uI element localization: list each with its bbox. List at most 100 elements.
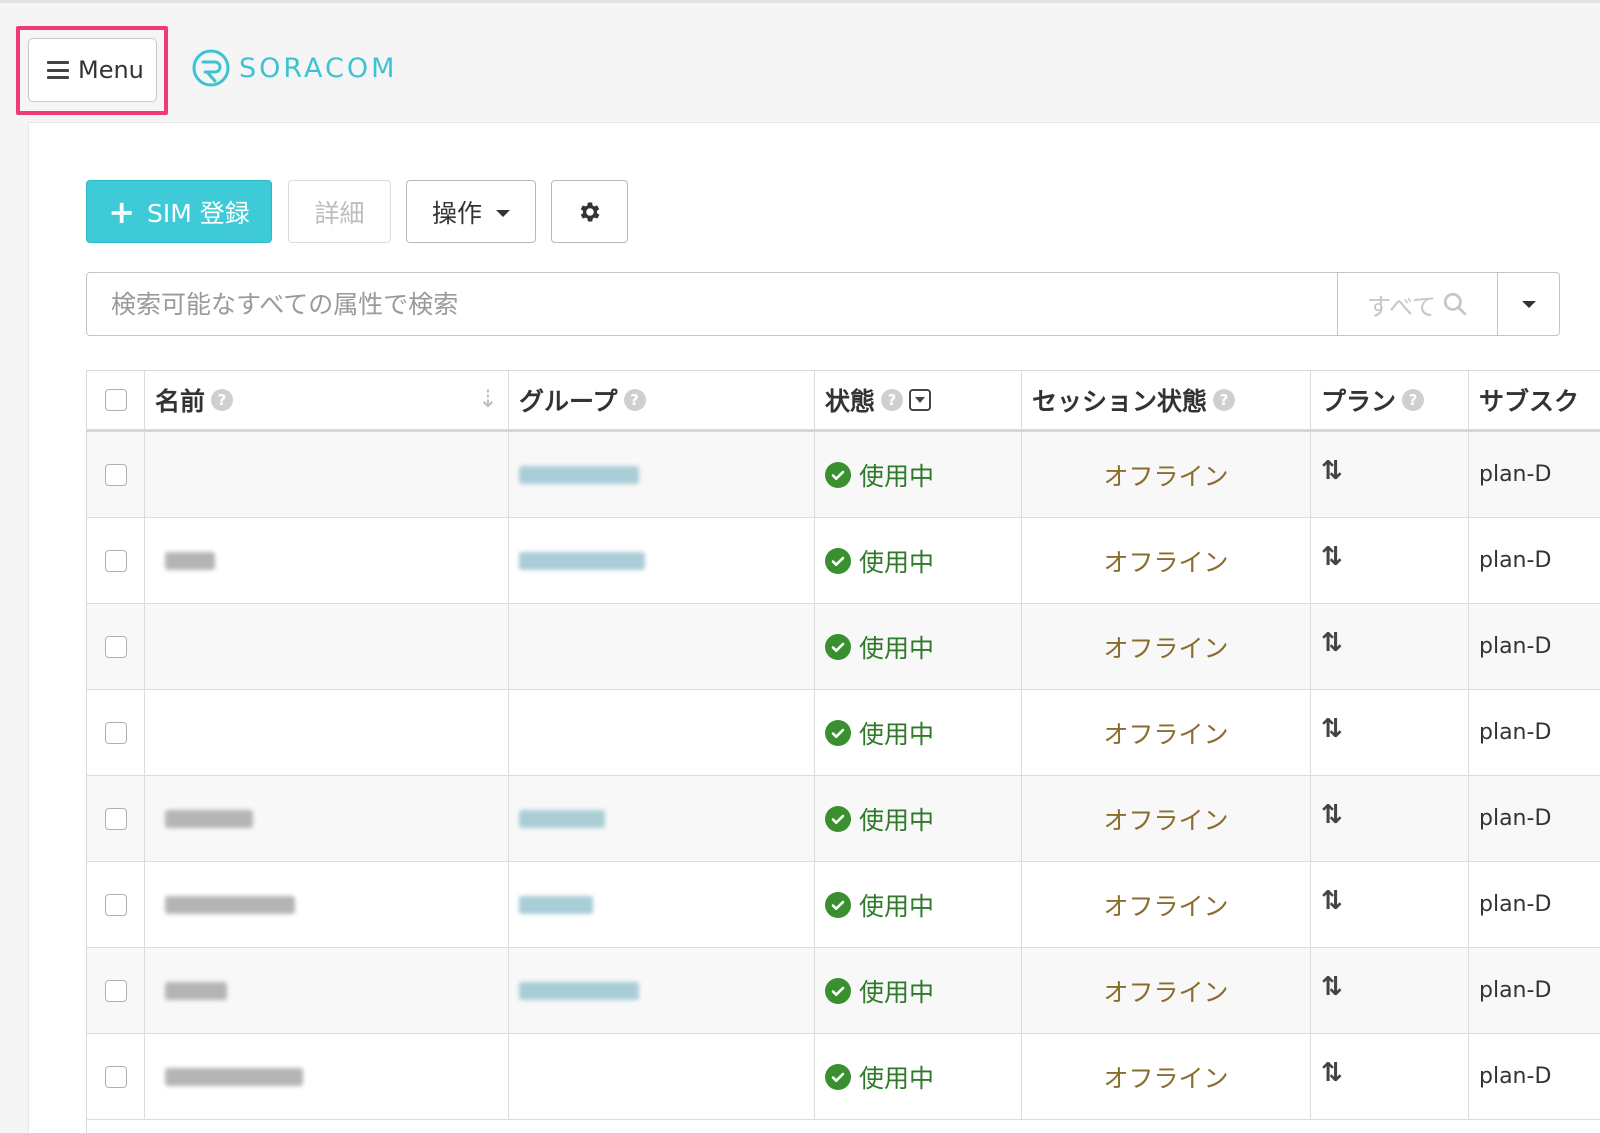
table-row[interactable]: 使用中 オフライン ⇅ plan-D xyxy=(87,948,1600,1034)
header-name[interactable]: 名前 ? ⇣ xyxy=(145,371,509,429)
add-sim-button[interactable]: + SIM 登録 xyxy=(86,180,272,243)
help-icon[interactable]: ? xyxy=(211,389,234,411)
row-checkbox[interactable] xyxy=(104,893,127,916)
menu-button[interactable]: Menu xyxy=(28,38,157,102)
group-cell[interactable] xyxy=(509,1034,815,1119)
redacted-group-link[interactable] xyxy=(519,465,639,484)
name-cell[interactable] xyxy=(145,776,509,861)
subscription-text: plan-D xyxy=(1479,1064,1552,1089)
check-circle-icon xyxy=(825,805,851,832)
redacted-group-link[interactable] xyxy=(519,981,639,1000)
table-row[interactable]: 使用中 オフライン ⇅ plan-D xyxy=(87,432,1600,518)
group-cell[interactable] xyxy=(509,518,815,603)
row-select-cell xyxy=(87,518,145,603)
detail-button[interactable]: 詳細 xyxy=(288,180,391,243)
plus-icon: + xyxy=(108,192,136,231)
soracom-logo[interactable]: SORACOM xyxy=(191,48,397,88)
subscription-cell: plan-D xyxy=(1469,432,1600,517)
group-cell[interactable] xyxy=(509,862,815,947)
table-row[interactable]: 使用中 オフライン ⇅ plan-D xyxy=(87,1034,1600,1120)
redacted-group-link[interactable] xyxy=(519,895,593,914)
table-row[interactable]: 使用中 オフライン ⇅ plan-D xyxy=(87,604,1600,690)
group-cell[interactable] xyxy=(509,432,815,517)
header-status-label: 状態 xyxy=(825,387,876,416)
speed-class-icon: ⇅ xyxy=(1321,1057,1343,1088)
row-checkbox[interactable] xyxy=(104,979,127,1002)
group-cell[interactable] xyxy=(509,690,815,775)
group-cell[interactable] xyxy=(509,948,815,1033)
redacted-group-link[interactable] xyxy=(519,809,605,828)
status-text: 使用中 xyxy=(859,891,935,921)
name-cell[interactable] xyxy=(145,518,509,603)
filter-icon[interactable] xyxy=(909,389,932,411)
table-row[interactable]: 使用中 オフライン ⇅ plan-D xyxy=(87,862,1600,948)
table-header: 名前 ? ⇣ グループ ? 状態 ? セッション状態 ? プラン ? サブスク xyxy=(87,371,1600,432)
row-checkbox[interactable] xyxy=(104,463,127,486)
row-checkbox[interactable] xyxy=(104,721,127,744)
operations-dropdown-button[interactable]: 操作 xyxy=(406,180,536,243)
plan-cell[interactable]: ⇅ xyxy=(1311,432,1469,517)
header-group-label: グループ xyxy=(519,387,618,416)
caret-down-icon xyxy=(496,210,510,217)
subscription-text: plan-D xyxy=(1479,462,1552,487)
speed-class-icon: ⇅ xyxy=(1321,455,1343,486)
name-cell[interactable] xyxy=(145,432,509,517)
redacted-group-link[interactable] xyxy=(519,551,645,570)
group-cell[interactable] xyxy=(509,776,815,861)
session-status-text: オフライン xyxy=(1103,1063,1229,1093)
session-cell: オフライン xyxy=(1022,776,1311,861)
status-cell: 使用中 xyxy=(815,432,1022,517)
header-session[interactable]: セッション状態 ? xyxy=(1022,371,1311,429)
help-icon[interactable]: ? xyxy=(881,389,904,411)
plan-cell[interactable]: ⇅ xyxy=(1311,776,1469,861)
row-checkbox[interactable] xyxy=(104,1065,127,1088)
help-icon[interactable]: ? xyxy=(1213,389,1236,411)
help-icon[interactable]: ? xyxy=(623,389,646,411)
header-group[interactable]: グループ ? xyxy=(509,371,815,429)
row-checkbox[interactable] xyxy=(104,807,127,830)
add-sim-label: SIM 登録 xyxy=(147,198,250,228)
settings-button[interactable] xyxy=(551,180,628,243)
speed-class-icon: ⇅ xyxy=(1321,713,1343,744)
row-checkbox[interactable] xyxy=(104,549,127,572)
gear-icon xyxy=(580,201,599,222)
plan-cell[interactable]: ⇅ xyxy=(1311,862,1469,947)
session-status-text: オフライン xyxy=(1103,805,1229,835)
redacted-name xyxy=(165,895,295,914)
name-cell[interactable] xyxy=(145,690,509,775)
header-subscription[interactable]: サブスク xyxy=(1469,371,1600,429)
row-select-cell xyxy=(87,862,145,947)
group-cell[interactable] xyxy=(509,604,815,689)
search-scope-button[interactable]: すべて xyxy=(1337,273,1497,335)
name-cell[interactable] xyxy=(145,604,509,689)
plan-cell[interactable]: ⇅ xyxy=(1311,948,1469,1033)
name-cell[interactable] xyxy=(145,1034,509,1119)
status-badge: 使用中 xyxy=(825,973,934,1009)
status-text: 使用中 xyxy=(859,805,935,835)
session-cell: オフライン xyxy=(1022,432,1311,517)
help-icon[interactable]: ? xyxy=(1402,389,1425,411)
status-badge: 使用中 xyxy=(825,629,934,665)
search-input[interactable] xyxy=(87,273,1337,335)
subscription-text: plan-D xyxy=(1479,978,1552,1003)
select-all-checkbox[interactable] xyxy=(104,389,127,411)
sort-icon[interactable]: ⇣ xyxy=(478,385,498,413)
header-plan[interactable]: プラン ? xyxy=(1311,371,1469,429)
plan-cell[interactable]: ⇅ xyxy=(1311,604,1469,689)
name-cell[interactable] xyxy=(145,948,509,1033)
name-cell[interactable] xyxy=(145,862,509,947)
redacted-name xyxy=(165,1067,303,1086)
table-row[interactable]: 使用中 オフライン ⇅ plan-D xyxy=(87,690,1600,776)
subscription-cell: plan-D xyxy=(1469,776,1600,861)
session-cell: オフライン xyxy=(1022,862,1311,947)
header-status[interactable]: 状態 ? xyxy=(815,371,1022,429)
session-cell: オフライン xyxy=(1022,1034,1311,1119)
row-checkbox[interactable] xyxy=(104,635,127,658)
plan-cell[interactable]: ⇅ xyxy=(1311,518,1469,603)
search-icon xyxy=(1444,292,1467,316)
table-row[interactable]: 使用中 オフライン ⇅ plan-D xyxy=(87,518,1600,604)
plan-cell[interactable]: ⇅ xyxy=(1311,1034,1469,1119)
plan-cell[interactable]: ⇅ xyxy=(1311,690,1469,775)
table-row[interactable]: 使用中 オフライン ⇅ plan-D xyxy=(87,776,1600,862)
search-options-dropdown[interactable] xyxy=(1497,273,1559,335)
